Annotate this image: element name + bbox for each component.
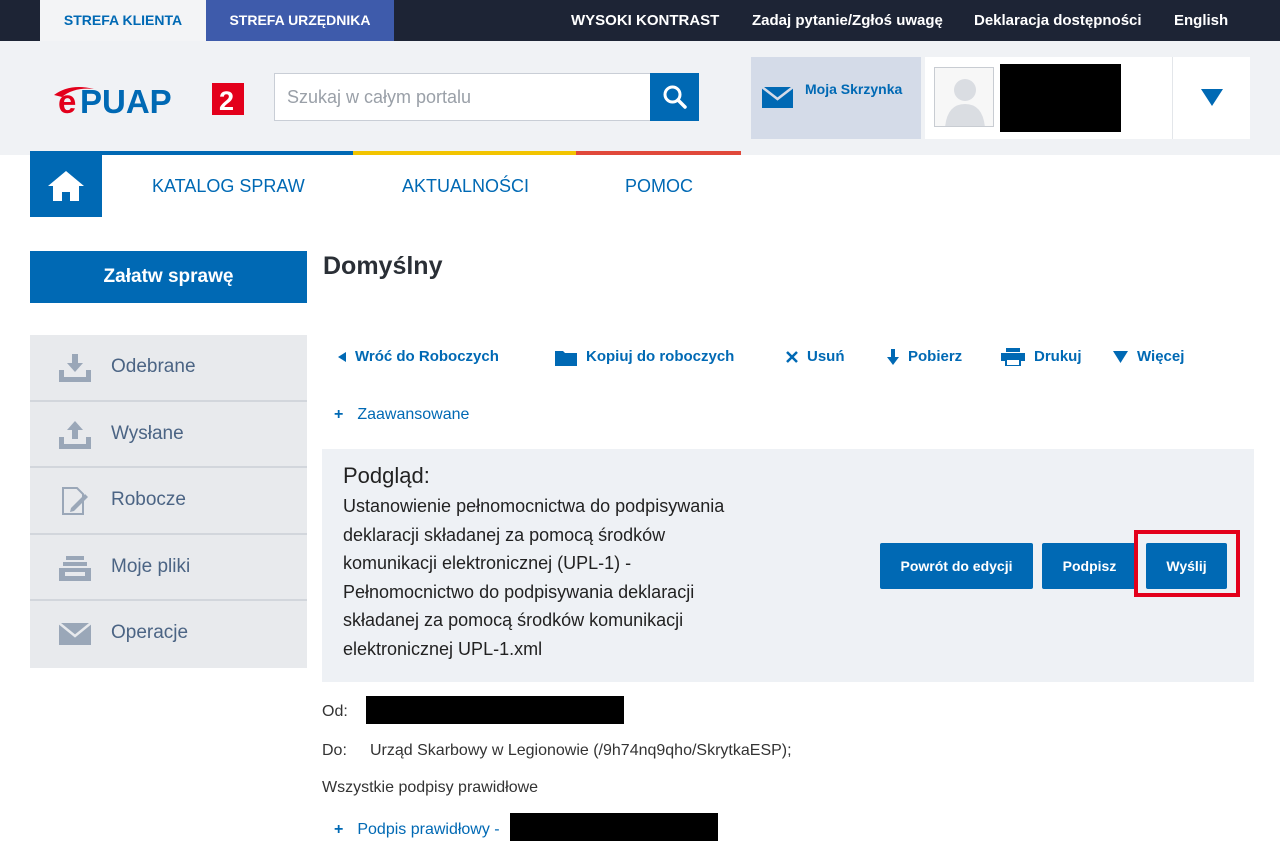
nav-catalog-link[interactable]: KATALOG SPRAW [152,176,305,197]
avatar[interactable] [934,67,994,127]
more-link[interactable]: Więcej [1113,348,1184,365]
delete-link[interactable]: Usuń [786,348,845,365]
nav-stripe-yellow [353,151,576,155]
sidebar-item-label: Robocze [111,489,186,511]
tab-client-zone[interactable]: STREFA KLIENTA [40,0,206,41]
search-input[interactable] [274,73,650,121]
ask-question-link[interactable]: Zadaj pytanie/Zgłoś uwagę [752,12,943,29]
files-tray-icon [59,555,91,581]
sign-button[interactable]: Podpisz [1042,543,1137,589]
advanced-label: Zaawansowane [357,406,470,423]
header: e PUAP 2 Moja Skrzynka [0,41,1280,155]
from-label: Od: [322,703,348,720]
mail-icon [762,87,793,108]
accessibility-declaration-link[interactable]: Deklaracja dostępności [974,12,1142,29]
signature-item-toggle[interactable]: + Podpis prawidłowy - [334,821,500,839]
folder-icon [555,350,577,366]
copy-to-drafts-link[interactable]: Kopiuj do roboczych [555,348,734,366]
caret-left-icon [338,352,346,363]
redacted-username [1000,64,1121,132]
language-english-link[interactable]: English [1174,12,1228,29]
back-to-drafts-label: Wróć do Roboczych [355,348,499,365]
close-icon [786,351,798,363]
plus-icon: + [334,406,344,423]
envelope-icon [59,622,91,646]
main-navigation: KATALOG SPRAW AKTUALNOŚCI POMOC [30,151,741,217]
home-icon [48,171,84,201]
sidebar-item-label: Odebrane [111,356,196,377]
my-mailbox-label: Moja Skrzynka [805,81,903,97]
printer-icon [1001,348,1025,367]
page-title: Domyślny [323,252,443,280]
search-bar [274,73,700,121]
advanced-toggle[interactable]: + Zaawansowane [334,406,469,424]
outbox-upload-icon [59,420,91,449]
more-label: Więcej [1137,348,1185,365]
nav-news-link[interactable]: AKTUALNOŚCI [402,176,529,197]
plus-icon: + [334,821,344,838]
sidebar-item-sent[interactable]: Wysłane [30,402,307,469]
sidebar-item-label: Moje pliki [111,555,191,577]
print-label: Drukuj [1034,348,1082,365]
high-contrast-link[interactable]: WYSOKI KONTRAST [571,12,719,29]
download-label: Pobierz [908,348,963,365]
download-link[interactable]: Pobierz [887,348,963,366]
sidebar-menu: Odebrane Wysłane Robocze Moje pliki Oper… [30,335,307,668]
sidebar-item-drafts[interactable]: Robocze [30,468,307,535]
tab-official-zone[interactable]: STREFA URZĘDNIKA [206,0,394,41]
signatures-status: Wszystkie podpisy prawidłowe [322,779,539,796]
nav-help-link[interactable]: POMOC [625,176,693,197]
svg-text:2: 2 [219,86,234,116]
redacted-sender [366,696,624,724]
document-title: Ustanowienie pełnomocnictwa do podpisywa… [343,496,725,659]
inbox-download-icon [59,354,91,382]
sidebar-item-operations[interactable]: Operacje [30,601,307,668]
epuap-logo[interactable]: e PUAP 2 [50,81,250,117]
home-button[interactable] [30,155,102,217]
draft-edit-icon [62,487,88,516]
preview-label: Podgląd: [343,463,430,488]
search-icon [663,85,687,109]
sidebar-item-label: Operacje [111,622,189,644]
nav-stripe-red [576,151,741,155]
back-to-drafts-link[interactable]: Wróć do Roboczych [338,348,499,365]
send-button-highlight [1134,530,1240,597]
chevron-down-icon [1113,351,1128,364]
user-panel [925,57,1250,139]
chevron-down-icon[interactable] [1201,89,1223,107]
delete-label: Usuń [807,348,845,365]
signature-item-label: Podpis prawidłowy - [357,821,500,838]
sidebar-item-received[interactable]: Odebrane [30,335,307,402]
my-mailbox-button[interactable]: Moja Skrzynka [751,57,921,139]
top-bar: STREFA KLIENTA STREFA URZĘDNIKA WYSOKI K… [0,0,1280,41]
print-link[interactable]: Drukuj [1001,348,1082,367]
back-to-edit-button[interactable]: Powrót do edycji [880,543,1033,589]
copy-to-drafts-label: Kopiuj do roboczych [586,348,735,365]
divider [1172,57,1173,139]
preview-panel: Podgląd: Ustanowienie pełnomocnictwa do … [322,449,1254,682]
recipient-value: Urząd Skarbowy w Legionowie (/9h74nq9qho… [370,742,792,759]
download-arrow-icon [887,349,899,366]
svg-text:PUAP: PUAP [80,83,172,117]
sidebar-item-my-files[interactable]: Moje pliki [30,535,307,602]
sidebar-item-label: Wysłane [111,422,184,444]
svg-text:e: e [58,83,76,117]
user-placeholder-icon [945,79,985,126]
handle-matter-button[interactable]: Załatw sprawę [30,251,307,303]
search-button[interactable] [650,73,699,121]
to-label: Do: [322,742,347,759]
redacted-signer [510,813,718,841]
